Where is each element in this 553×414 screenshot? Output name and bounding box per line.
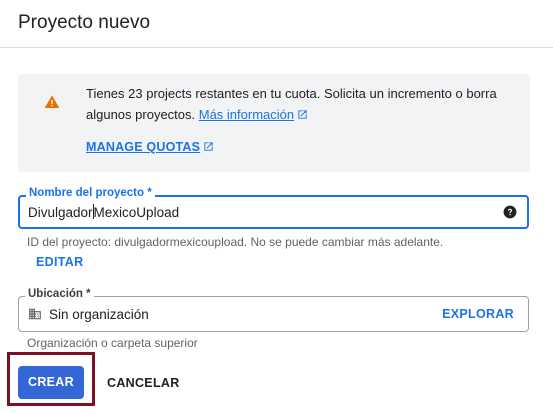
more-info-link[interactable]: Más información xyxy=(199,107,308,122)
project-name-value[interactable]: DivulgadorMexicoUpload xyxy=(28,204,179,220)
browse-button[interactable]: EXPLORAR xyxy=(442,307,514,321)
cancel-button[interactable]: CANCELAR xyxy=(107,376,180,390)
edit-project-id-button[interactable]: EDITAR xyxy=(36,255,83,269)
more-info-label[interactable]: Más información xyxy=(199,107,294,122)
location-label: Ubicación * xyxy=(25,288,94,300)
external-link-icon xyxy=(204,142,213,151)
quota-warning-text: Tienes 23 projects restantes en tu cuota… xyxy=(86,83,518,125)
quota-warning-box: Tienes 23 projects restantes en tu cuota… xyxy=(18,74,530,172)
dialog-header: Proyecto nuevo xyxy=(0,0,553,48)
external-link-icon xyxy=(298,110,307,119)
page-title: Proyecto nuevo xyxy=(18,12,151,33)
project-name-value-start: Divulgador xyxy=(28,205,93,220)
create-button[interactable]: CREAR xyxy=(18,366,84,399)
project-name-label: Nombre del proyecto * xyxy=(26,187,155,199)
project-name-value-end: MexicoUpload xyxy=(93,205,180,220)
project-name-input[interactable]: Nombre del proyecto * DivulgadorMexicoUp… xyxy=(18,187,529,229)
manage-quotas-label[interactable]: MANAGE QUOTAS xyxy=(86,140,200,154)
location-value: Sin organización xyxy=(49,307,149,322)
help-icon[interactable] xyxy=(503,205,517,219)
project-id-hint: ID del proyecto: divulgadormexicoupload.… xyxy=(27,235,444,249)
manage-quotas-link[interactable]: MANAGE QUOTAS xyxy=(86,140,214,154)
location-field[interactable]: Ubicación * Sin organización EXPLORAR xyxy=(18,288,529,332)
location-hint: Organización o carpeta superior xyxy=(27,336,198,350)
warning-icon xyxy=(44,95,60,108)
building-icon xyxy=(29,308,41,320)
